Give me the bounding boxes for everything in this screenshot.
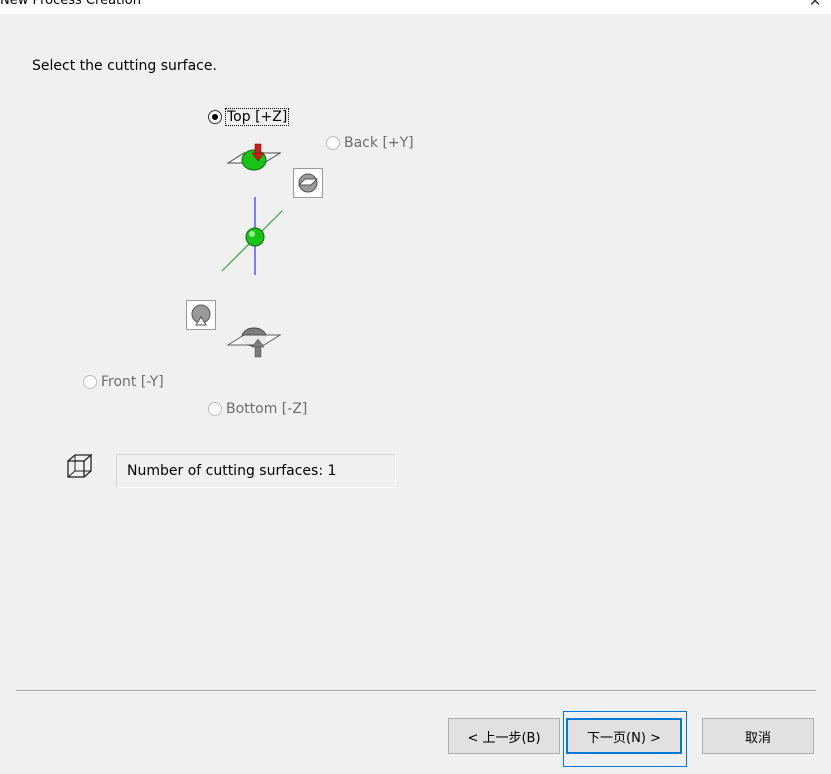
back-button[interactable]: < 上一步(B) — [448, 718, 560, 754]
surface-count-field: Number of cutting surfaces: 1 — [116, 454, 396, 488]
radio-back[interactable]: Back [+Y] — [326, 135, 414, 151]
radio-front-label: Front [-Y] — [101, 374, 164, 390]
radio-bottom-label: Bottom [-Z] — [226, 401, 308, 417]
bottom-surface-icon — [226, 327, 282, 358]
radio-front[interactable]: Front [-Y] — [83, 374, 164, 390]
radio-bottom[interactable]: Bottom [-Z] — [208, 401, 307, 417]
next-button[interactable]: 下一页(N) > — [566, 718, 682, 754]
footer-separator — [16, 690, 816, 692]
title-bar: New Process Creation ✕ — [0, 0, 831, 14]
front-surface-icon — [186, 300, 216, 330]
radio-top[interactable]: Top [+Z] — [208, 108, 290, 126]
radio-top-label: Top [+Z] — [224, 108, 290, 126]
window-title: New Process Creation — [0, 0, 141, 8]
cancel-button[interactable]: 取消 — [702, 718, 814, 754]
cube-icon — [67, 454, 93, 478]
radio-top-indicator[interactable] — [208, 110, 222, 124]
back-surface-icon — [293, 168, 323, 198]
radio-front-indicator[interactable] — [83, 375, 97, 389]
prompt-text: Select the cutting surface. — [32, 58, 217, 74]
axis-origin-icon — [221, 197, 283, 275]
close-icon[interactable]: ✕ — [807, 0, 823, 10]
radio-back-indicator[interactable] — [326, 136, 340, 150]
radio-back-label: Back [+Y] — [344, 135, 414, 151]
radio-bottom-indicator[interactable] — [208, 402, 222, 416]
top-surface-icon — [226, 143, 282, 171]
